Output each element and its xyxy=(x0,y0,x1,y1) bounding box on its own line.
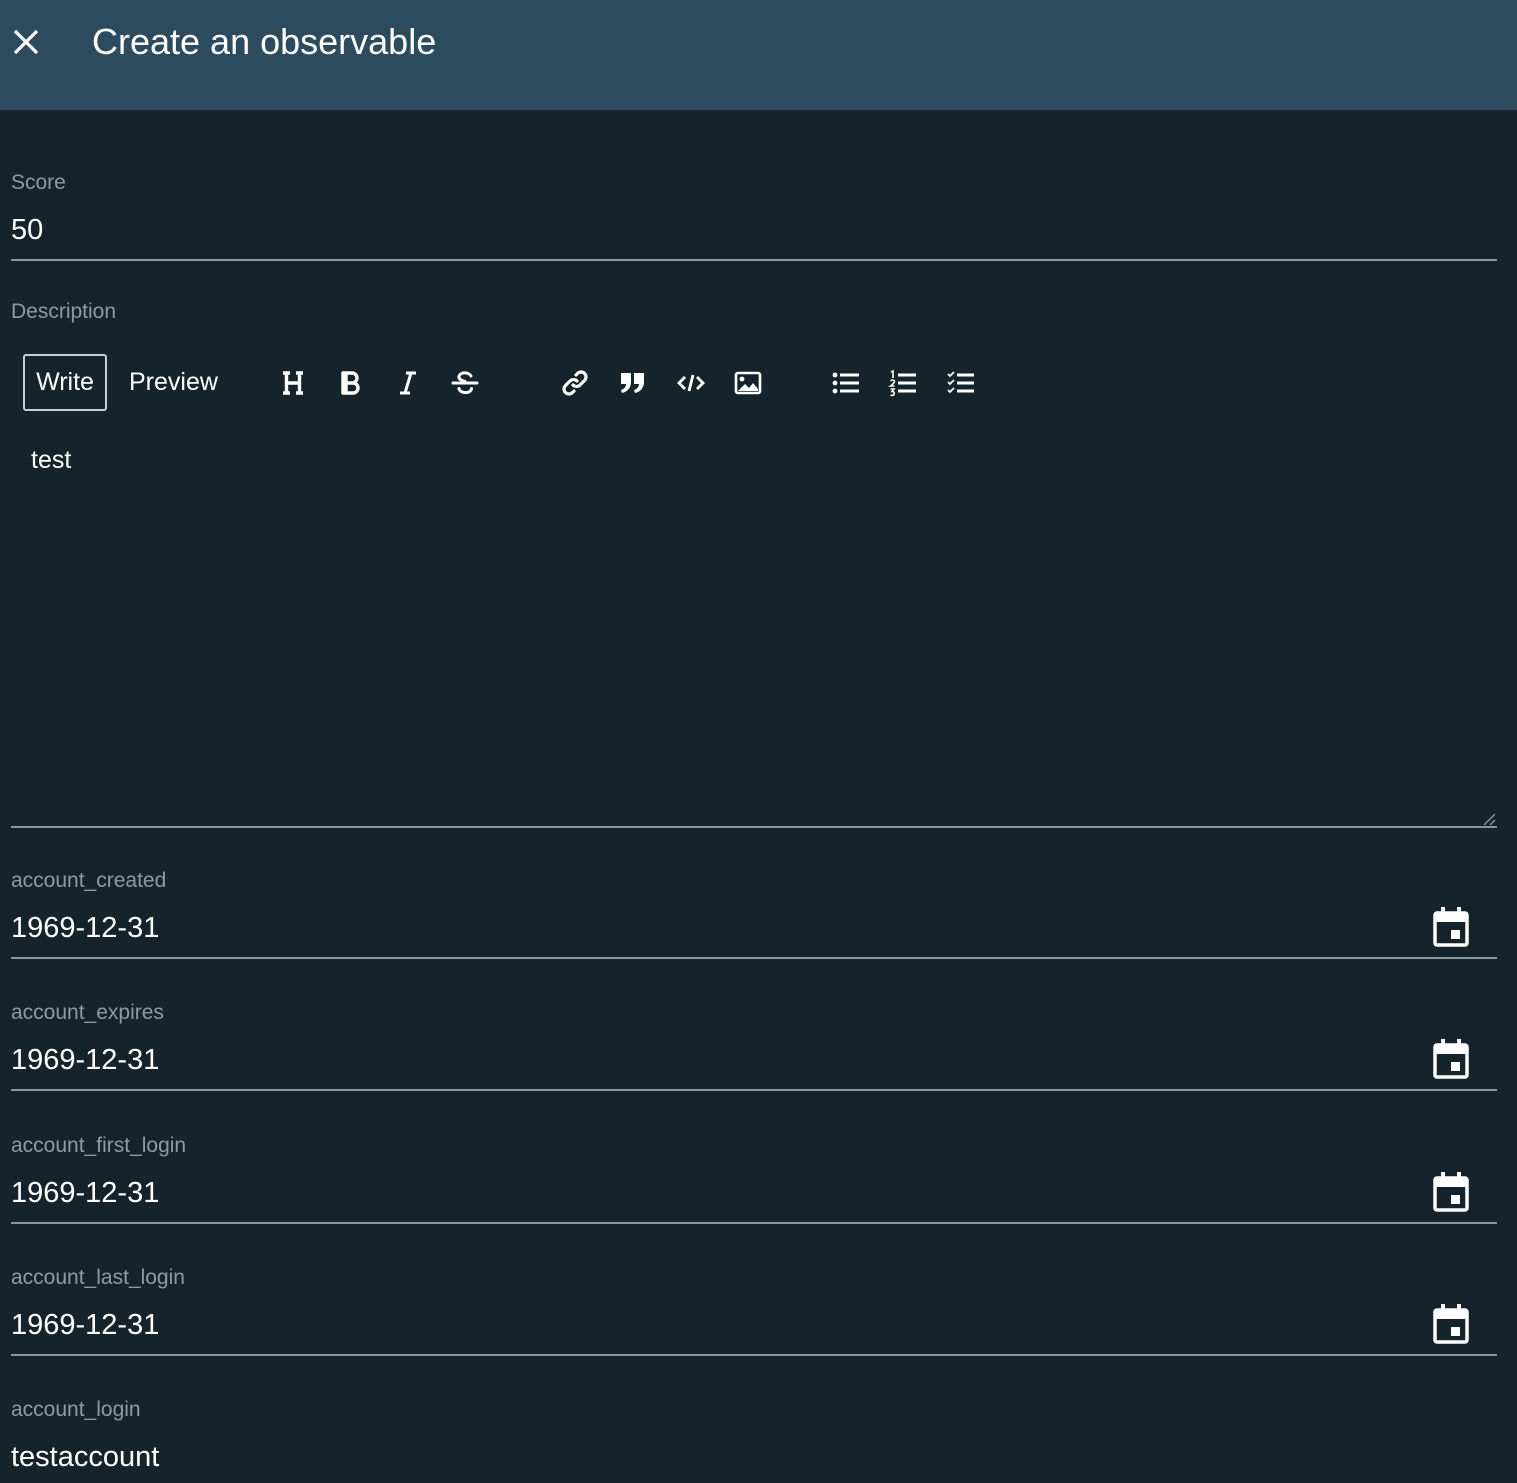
account-created-input[interactable]: 1969-12-31 xyxy=(11,910,159,946)
description-label: Description xyxy=(11,300,117,323)
code-button[interactable] xyxy=(673,365,709,401)
close-button[interactable] xyxy=(8,22,44,62)
close-icon xyxy=(13,29,39,55)
account-expires-input[interactable]: 1969-12-31 xyxy=(11,1042,159,1078)
account-login-label: account_login xyxy=(11,1398,141,1421)
account-last-login-label: account_last_login xyxy=(11,1266,185,1289)
account-last-login-field[interactable]: account_last_login 1969-12-31 xyxy=(11,1263,1497,1358)
markdown-toolbar: Write Preview xyxy=(23,354,1497,414)
description-text: test xyxy=(31,446,72,474)
dialog-title: Create an observable xyxy=(92,21,437,62)
account-login-input[interactable]: testaccount xyxy=(11,1439,159,1475)
account-last-login-calendar-button[interactable] xyxy=(1431,1301,1471,1347)
image-icon xyxy=(734,371,762,395)
score-field[interactable]: Score 50 xyxy=(11,168,1497,263)
italic-button[interactable] xyxy=(390,365,426,401)
account-first-login-label: account_first_login xyxy=(11,1134,187,1157)
observable-form: Score 50 Description Write Preview test … xyxy=(11,110,1497,1483)
calendar-icon xyxy=(1433,1304,1469,1344)
description-textarea[interactable] xyxy=(12,430,1496,826)
bulleted-list-button[interactable] xyxy=(828,365,864,401)
score-label: Score xyxy=(11,171,66,194)
numbered-list-button[interactable] xyxy=(885,365,921,401)
account-last-login-underline xyxy=(11,1354,1497,1356)
score-underline xyxy=(11,259,1497,261)
account-first-login-calendar-button[interactable] xyxy=(1431,1169,1471,1215)
account-expires-underline xyxy=(11,1089,1497,1091)
score-input[interactable]: 50 xyxy=(11,212,43,248)
calendar-icon xyxy=(1433,1039,1469,1079)
bold-icon xyxy=(341,371,360,395)
link-button[interactable] xyxy=(557,365,593,401)
dialog-header: Create an observable xyxy=(0,0,1517,110)
numbered-list-icon xyxy=(888,369,916,397)
account-last-login-input[interactable]: 1969-12-31 xyxy=(11,1307,159,1343)
calendar-icon xyxy=(1433,907,1469,947)
quote-button[interactable] xyxy=(615,365,651,401)
description-underline xyxy=(11,826,1497,828)
account-login-field[interactable]: account_login testaccount xyxy=(11,1395,1497,1483)
account-first-login-field[interactable]: account_first_login 1969-12-31 xyxy=(11,1131,1497,1226)
account-expires-label: account_expires xyxy=(11,1001,164,1024)
account-expires-calendar-button[interactable] xyxy=(1431,1036,1471,1082)
preview-tab[interactable]: Preview xyxy=(121,354,226,411)
heading-button[interactable] xyxy=(275,365,311,401)
strikethrough-button[interactable] xyxy=(447,365,483,401)
code-icon xyxy=(677,374,705,392)
account-created-field[interactable]: account_created 1969-12-31 xyxy=(11,866,1497,961)
checked-list-button[interactable] xyxy=(943,365,979,401)
account-created-underline xyxy=(11,957,1497,959)
bold-button[interactable] xyxy=(333,365,369,401)
write-tab[interactable]: Write xyxy=(23,354,107,411)
italic-icon xyxy=(400,371,416,395)
account-created-label: account_created xyxy=(11,869,167,892)
account-first-login-underline xyxy=(11,1222,1497,1224)
account-first-login-input[interactable]: 1969-12-31 xyxy=(11,1175,159,1211)
heading-icon xyxy=(283,371,303,395)
image-button[interactable] xyxy=(730,365,766,401)
link-icon xyxy=(562,370,588,396)
account-expires-field[interactable]: account_expires 1969-12-31 xyxy=(11,998,1497,1093)
strikethrough-icon xyxy=(451,371,479,395)
quote-icon xyxy=(621,373,644,393)
calendar-icon xyxy=(1433,1172,1469,1212)
checked-list-icon xyxy=(947,371,974,394)
bulleted-list-icon xyxy=(832,372,859,394)
resize-handle-icon[interactable] xyxy=(1480,810,1496,826)
account-created-calendar-button[interactable] xyxy=(1431,904,1471,950)
